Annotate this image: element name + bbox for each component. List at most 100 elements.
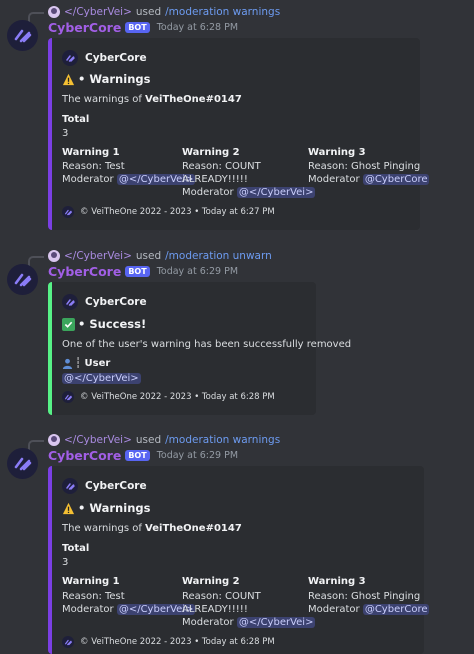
field-user-value: @</CyberVei>: [62, 372, 141, 385]
field-warning-1-reason: Reason: Test: [62, 591, 125, 602]
field-warning-2-name: Warning 2: [182, 147, 240, 158]
timestamp[interactable]: Today at 6:29 PM: [157, 266, 238, 277]
bot-badge: BOT: [125, 22, 150, 33]
embed-title-text: • Success!: [78, 317, 147, 331]
footer-text: © VeiTheOne 2022 - 2023 • Today at 6:27 …: [80, 207, 275, 217]
field-warning-1-moderator: Moderator @</CyberVei>: [62, 173, 196, 186]
reply-reference[interactable]: </CyberVei> used /moderation warnings: [28, 432, 280, 452]
footer-icon: [62, 206, 74, 218]
field-warning-1-reason: Reason: Test: [62, 161, 125, 172]
embed-description: The warnings of VeiTheOne#0147: [62, 523, 242, 534]
warning-icon: [62, 73, 75, 85]
timestamp[interactable]: Today at 6:29 PM: [157, 450, 238, 461]
embed-footer: © VeiTheOne 2022 - 2023 • Today at 6:28 …: [62, 391, 275, 403]
reply-username[interactable]: </CyberVei>: [64, 6, 132, 18]
description-prefix: The warnings of: [62, 94, 142, 105]
footer-icon: [62, 391, 74, 403]
embed-description: The warnings of VeiTheOne#0147: [62, 94, 242, 105]
reply-used-text: used: [135, 434, 162, 446]
reply-command[interactable]: /moderation warnings: [165, 434, 280, 446]
field-warning-3-moderator: Moderator @CyberCore: [308, 603, 430, 616]
bot-avatar[interactable]: [7, 20, 38, 51]
total-label: Total: [62, 114, 90, 125]
embed-warnings: CyberCore • Warnings The warnings of Vei…: [48, 466, 430, 654]
field-warning-2-reason: Reason: COUNT: [182, 591, 261, 602]
reply-used-text: used: [135, 250, 162, 262]
moderator-mention[interactable]: @CyberCore: [362, 604, 430, 615]
embed-title-text: • Warnings: [78, 501, 151, 515]
field-warning-3-name: Warning 3: [308, 576, 366, 587]
embed-author-name: CyberCore: [85, 296, 147, 308]
moderator-mention[interactable]: @CyberCore: [362, 174, 430, 185]
embed-title-text: • Warnings: [78, 72, 151, 86]
field-warning-1-moderator: Moderator @</CyberVei>: [62, 603, 196, 616]
moderator-label: Moderator: [182, 617, 234, 628]
embed-title: • Success!: [62, 317, 146, 331]
total-label: Total: [62, 543, 90, 554]
check-icon: [62, 317, 75, 331]
reply-avatar[interactable]: [48, 6, 60, 18]
embed-title: • Warnings: [62, 501, 150, 515]
reply-used-text: used: [135, 6, 162, 18]
embed-author: CyberCore: [62, 294, 147, 310]
embed-author: CyberCore: [62, 50, 147, 66]
cybercore-logo-icon: [14, 273, 31, 286]
field-warning-2-name: Warning 2: [182, 576, 240, 587]
user-icon: [62, 358, 73, 369]
moderator-label: Moderator: [62, 174, 114, 185]
author-name[interactable]: CyberCore: [48, 20, 121, 35]
moderator-label: Moderator: [308, 174, 360, 185]
field-warning-2-reason-cont: ALREADY!!!!!: [182, 604, 248, 615]
embed-author: CyberCore: [62, 478, 147, 494]
reply-reference[interactable]: </CyberVei> used /moderation warnings: [28, 4, 280, 24]
reply-username[interactable]: </CyberVei>: [64, 250, 132, 262]
embed-author-avatar: [62, 294, 78, 310]
footer-icon: [62, 636, 74, 648]
reply-avatar[interactable]: [48, 250, 60, 262]
reply-username[interactable]: </CyberVei>: [64, 434, 132, 446]
cybercore-logo-icon: [14, 457, 31, 470]
field-warning-2-moderator: Moderator @</CyberVei>: [182, 616, 316, 629]
user-mention[interactable]: @</CyberVei>: [62, 373, 141, 384]
embed-author-avatar: [62, 478, 78, 494]
field-user-label: ┆ User: [75, 358, 111, 369]
embed-author-name: CyberCore: [85, 480, 147, 492]
cybercore-logo-icon: [14, 29, 31, 42]
reply-command[interactable]: /moderation unwarn: [165, 250, 272, 262]
reply-reference[interactable]: </CyberVei> used /moderation unwarn: [28, 248, 272, 268]
message-header: CyberCore BOT Today at 6:29 PM: [48, 264, 238, 279]
embed-title: • Warnings: [62, 72, 150, 86]
field-warning-3-reason: Reason: Ghost Pinging: [308, 161, 421, 172]
embed-footer: © VeiTheOne 2022 - 2023 • Today at 6:28 …: [62, 636, 275, 648]
field-warning-1-name: Warning 1: [62, 576, 120, 587]
moderator-label: Moderator: [308, 604, 360, 615]
warning-icon: [62, 502, 75, 514]
field-warning-3-reason: Reason: Ghost Pinging: [308, 591, 421, 602]
reply-avatar[interactable]: [48, 434, 60, 446]
field-warning-3-moderator: Moderator @CyberCore: [308, 173, 430, 186]
moderator-mention[interactable]: @</CyberVei>: [236, 187, 316, 198]
description-prefix: The warnings of: [62, 523, 142, 534]
embed-success: CyberCore • Success! One of the user's w…: [48, 282, 351, 415]
footer-text: © VeiTheOne 2022 - 2023 • Today at 6:28 …: [80, 392, 275, 402]
moderator-label: Moderator: [182, 187, 234, 198]
moderator-mention[interactable]: @</CyberVei>: [236, 617, 316, 628]
description-target: VeiTheOne#0147: [145, 523, 242, 534]
field-warning-2-reason: Reason: COUNT: [182, 161, 261, 172]
footer-text: © VeiTheOne 2022 - 2023 • Today at 6:28 …: [80, 637, 275, 647]
field-user-name: ┆ User: [62, 358, 110, 369]
author-name[interactable]: CyberCore: [48, 448, 121, 463]
bot-avatar[interactable]: [7, 264, 38, 295]
field-warning-1-name: Warning 1: [62, 147, 120, 158]
bot-badge: BOT: [125, 266, 150, 277]
bot-avatar[interactable]: [7, 448, 38, 479]
total-value: 3: [62, 128, 69, 139]
embed-description: One of the user's warning has been succe…: [62, 339, 352, 350]
author-name[interactable]: CyberCore: [48, 264, 121, 279]
description-target: VeiTheOne#0147: [145, 94, 242, 105]
reply-command[interactable]: /moderation warnings: [165, 6, 280, 18]
timestamp[interactable]: Today at 6:28 PM: [157, 22, 238, 33]
total-value: 3: [62, 557, 69, 568]
embed-author-avatar: [62, 50, 78, 66]
field-warning-2-reason-cont: ALREADY!!!!!: [182, 174, 248, 185]
